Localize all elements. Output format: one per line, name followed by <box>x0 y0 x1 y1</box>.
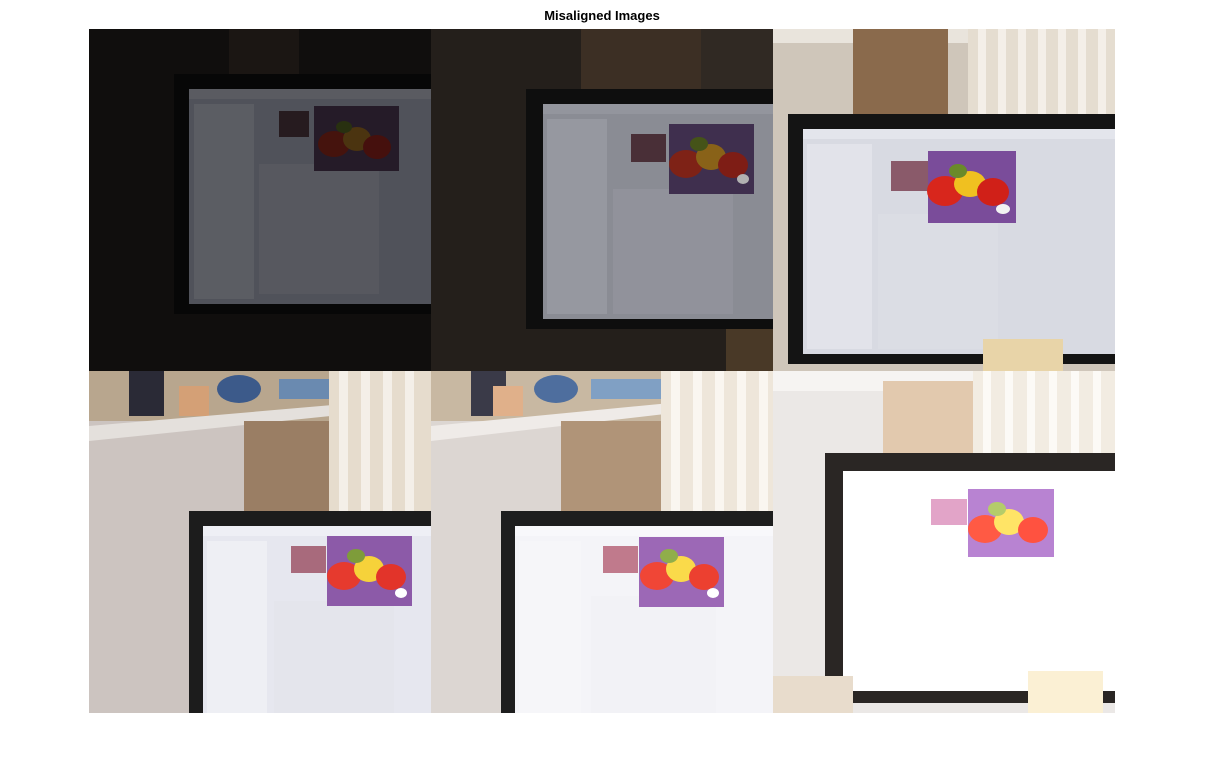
montage-tile-1 <box>89 29 431 371</box>
monitor-photo-5 <box>431 371 773 713</box>
montage-tile-4 <box>89 371 431 713</box>
figure-title: Misaligned Images <box>544 8 660 23</box>
monitor-photo-1 <box>89 29 431 371</box>
montage-tile-3 <box>773 29 1115 371</box>
montage-tile-2 <box>431 29 773 371</box>
monitor-photo-4 <box>89 371 431 713</box>
monitor-photo-2 <box>431 29 773 371</box>
montage-tile-5 <box>431 371 773 713</box>
montage-tile-6 <box>773 371 1115 713</box>
monitor-photo-6 <box>773 371 1115 713</box>
monitor-photo-3 <box>773 29 1115 371</box>
image-montage <box>89 29 1115 713</box>
